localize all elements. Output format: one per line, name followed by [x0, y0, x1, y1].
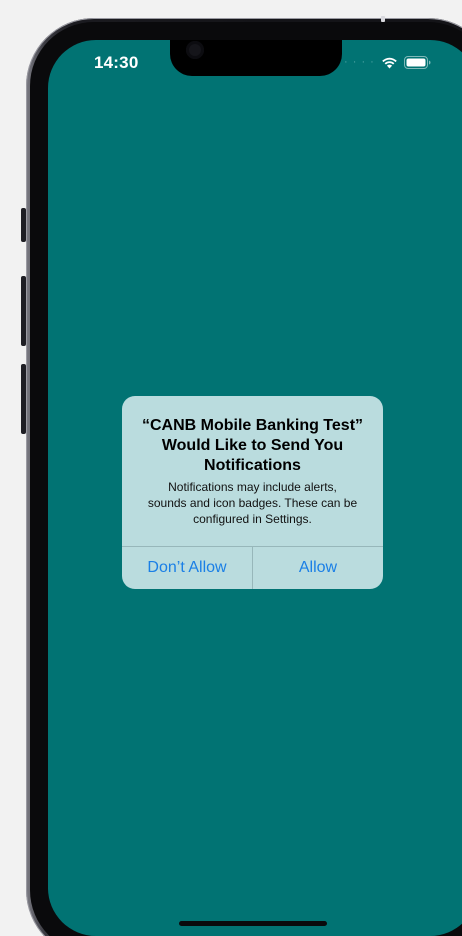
status-time: 14:30: [94, 53, 139, 72]
alert-actions: Don’t Allow Allow: [122, 547, 383, 589]
alert-message-line-1: Notifications may include alerts,: [168, 480, 337, 494]
battery-icon: [403, 55, 431, 69]
front-camera: [186, 41, 204, 59]
alert-title-line-1: “CANB Mobile Banking Test”: [141, 417, 364, 434]
home-indicator[interactable]: [179, 921, 327, 926]
notification-permission-alert: “CANB Mobile Banking Test” Would Like to…: [122, 396, 383, 589]
dont-allow-button[interactable]: Don’t Allow: [122, 547, 252, 589]
allow-button[interactable]: Allow: [253, 547, 383, 589]
signal-indicator: · · · ·: [344, 56, 375, 68]
alert-title: “CANB Mobile Banking Test” Would Like to…: [136, 416, 369, 476]
notch: [170, 40, 342, 76]
alert-content: “CANB Mobile Banking Test” Would Like to…: [122, 396, 383, 527]
alert-message-line-3: configured in Settings.: [193, 512, 312, 526]
app-screen: 14:30 · · · · “CANB Mobile Banking Test”…: [48, 40, 462, 936]
alert-title-line-2: Would Like to Send You: [161, 437, 344, 454]
wifi-icon: [381, 56, 398, 69]
device-mockup: 14:30 · · · · “CANB Mobile Banking Test”…: [0, 0, 462, 936]
alert-message-line-2: sounds and icon badges. These can be: [147, 496, 358, 510]
alert-message: Notifications may include alerts, sounds…: [136, 479, 369, 527]
status-icons: · · · ·: [344, 55, 431, 69]
frame-accent: [381, 16, 385, 22]
alert-title-line-3: Notifications: [204, 457, 301, 474]
